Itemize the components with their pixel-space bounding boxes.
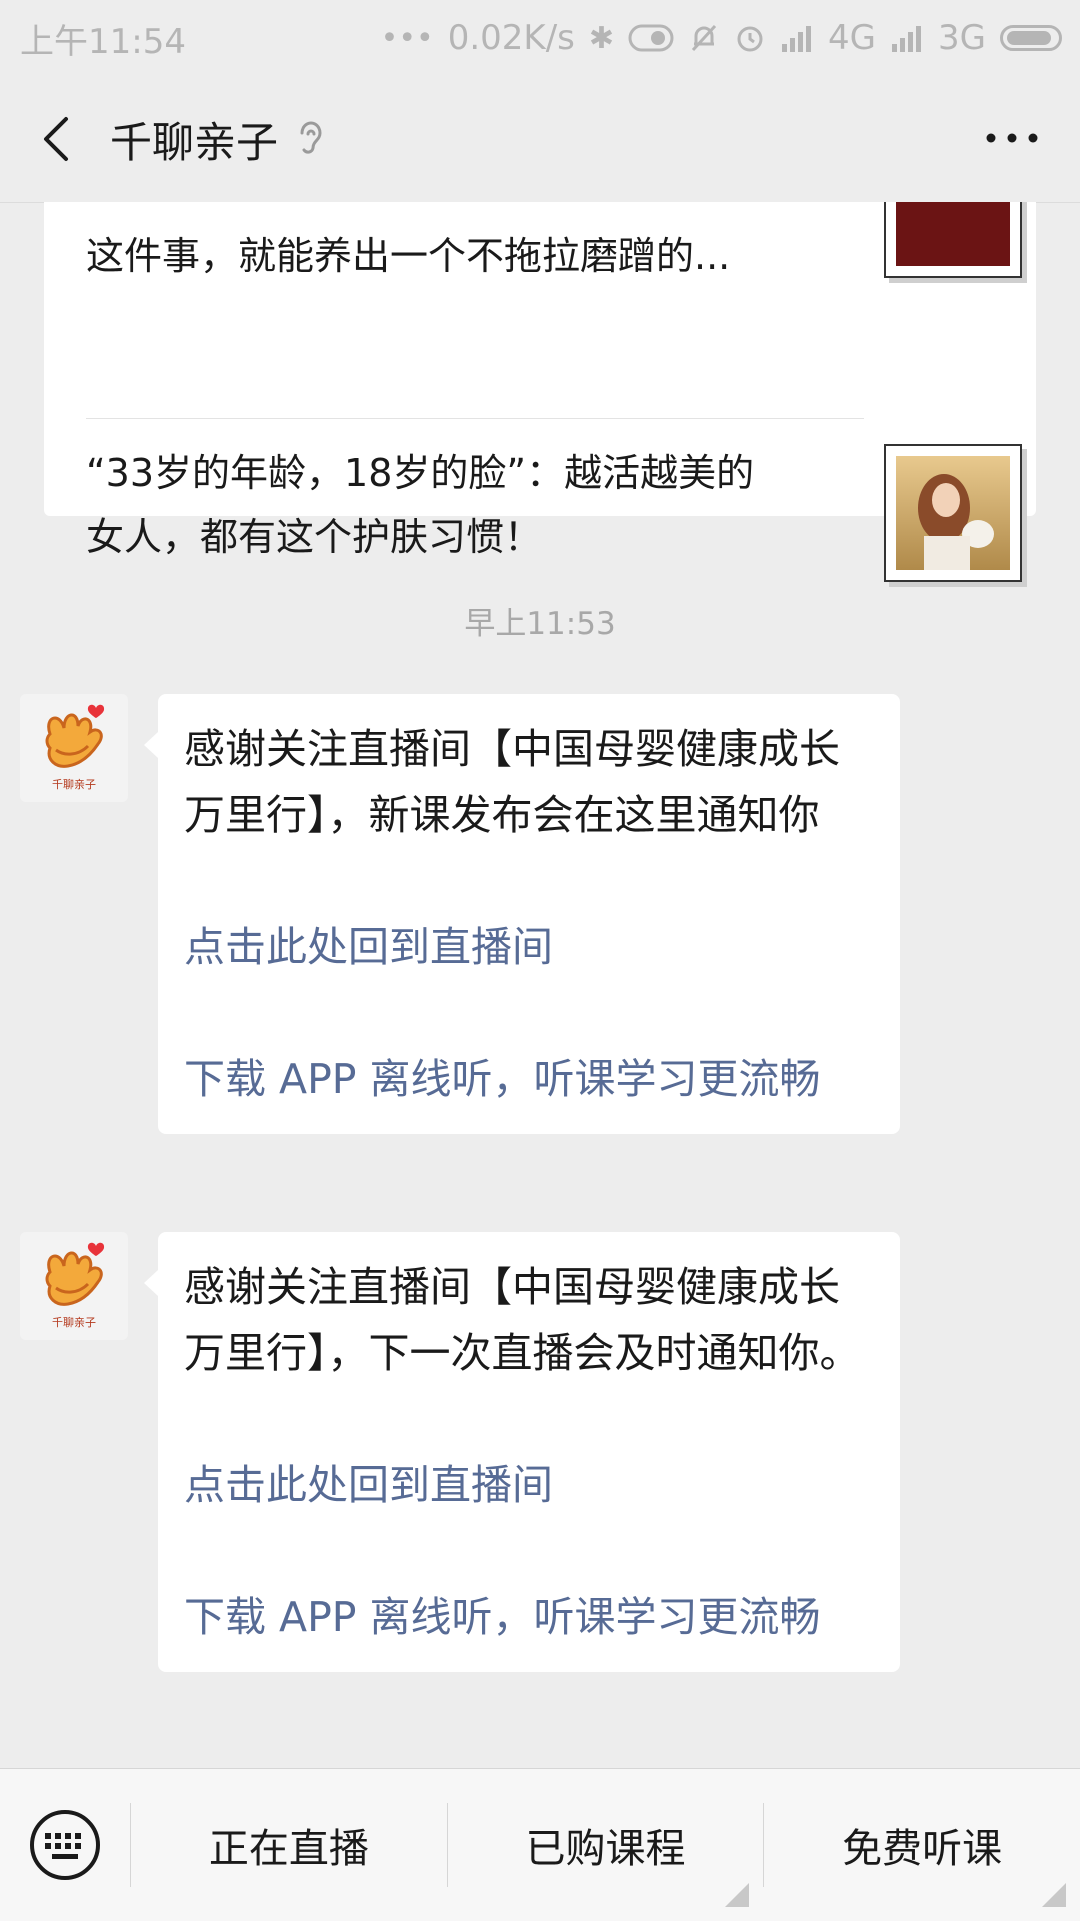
ear-icon bbox=[300, 121, 322, 154]
toggle-icon bbox=[628, 24, 674, 52]
article-thumbnail bbox=[884, 202, 1022, 278]
avatar[interactable]: 千聊亲子 bbox=[20, 1232, 128, 1340]
article-card: 这件事，就能养出一个不拖拉磨蹭的... “33岁的年龄，18岁的脸”：越活越美的… bbox=[44, 202, 1036, 582]
more-button[interactable] bbox=[982, 118, 1042, 158]
title-bar: 千聊亲子 bbox=[0, 76, 1080, 203]
avatar[interactable]: 千聊亲子 bbox=[20, 694, 128, 802]
article-title: “33岁的年龄，18岁的脸”：越活越美的女人，都有这个护肤习惯！ bbox=[86, 451, 755, 559]
bottom-menu-bar: 正在直播 已购课程 免费听课 bbox=[0, 1768, 1080, 1921]
status-bar: 上午11:54 ••• 0.02K/s ✱ 4G 3G bbox=[0, 0, 1080, 76]
timestamp: 早上11:53 bbox=[464, 606, 616, 642]
avatar-label: 千聊亲子 bbox=[52, 778, 96, 791]
message-bubble[interactable]: 感谢关注直播间【中国母婴健康成长万里行】，新课发布会在这里通知你 点击此处回到直… bbox=[144, 694, 900, 1134]
photo-image bbox=[896, 456, 1010, 570]
download-app-link[interactable]: 下载 APP 离线听，听课学习更流畅 bbox=[184, 1584, 874, 1650]
chat-area[interactable]: 这件事，就能养出一个不拖拉磨蹭的... “33岁的年龄，18岁的脸”：越活越美的… bbox=[0, 202, 1080, 1768]
menu-purchased-courses[interactable]: 已购课程 bbox=[448, 1769, 764, 1921]
bluetooth-icon: ✱ bbox=[588, 20, 615, 56]
hd-signal-icon bbox=[782, 26, 812, 52]
submenu-corner-icon bbox=[725, 1883, 750, 1907]
article-title: 这件事，就能养出一个不拖拉磨蹭的... bbox=[86, 234, 731, 278]
more-dots-icon bbox=[986, 133, 1038, 143]
keyboard-icon bbox=[30, 1810, 100, 1880]
network-speed: 0.02K/s bbox=[447, 18, 575, 58]
message-bubble[interactable]: 感谢关注直播间【中国母婴健康成长万里行】，下一次直播会及时通知你。 点击此处回到… bbox=[144, 1232, 900, 1672]
status-time: 上午11:54 bbox=[20, 21, 186, 62]
menu-free-courses[interactable]: 免费听课 bbox=[764, 1769, 1080, 1921]
back-button[interactable] bbox=[0, 76, 110, 202]
submenu-corner-icon bbox=[1042, 1883, 1067, 1907]
mute-bell-icon bbox=[691, 24, 717, 52]
keyboard-toggle-button[interactable] bbox=[0, 1769, 130, 1921]
menu-label: 已购课程 bbox=[525, 1826, 686, 1872]
signal-type-2: 3G bbox=[938, 18, 986, 58]
message-text: 感谢关注直播间【中国母婴健康成长万里行】，新课发布会在这里通知你 bbox=[184, 725, 840, 839]
avatar-label: 千聊亲子 bbox=[52, 1316, 96, 1329]
battery-icon bbox=[1000, 25, 1062, 51]
alarm-icon bbox=[737, 26, 763, 52]
menu-label: 正在直播 bbox=[208, 1826, 369, 1872]
status-icons: ••• 0.02K/s ✱ 4G 3G bbox=[381, 18, 1062, 58]
chevron-left-icon bbox=[44, 117, 68, 161]
download-app-link[interactable]: 下载 APP 离线听，听课学习更流畅 bbox=[184, 1046, 874, 1112]
page-title: 千聊亲子 bbox=[110, 117, 279, 167]
menu-label: 免费听课 bbox=[842, 1826, 1003, 1872]
menu-live-now[interactable]: 正在直播 bbox=[131, 1769, 447, 1921]
back-to-live-link[interactable]: 点击此处回到直播间 bbox=[184, 1452, 874, 1518]
message-text: 感谢关注直播间【中国母婴健康成长万里行】，下一次直播会及时通知你。 bbox=[184, 1263, 861, 1377]
back-to-live-link[interactable]: 点击此处回到直播间 bbox=[184, 914, 874, 980]
article-thumbnail bbox=[884, 444, 1022, 582]
article-divider bbox=[86, 418, 864, 419]
signal-icon bbox=[892, 26, 922, 52]
signal-type-1: 4G bbox=[828, 18, 877, 58]
dots-icon: ••• bbox=[380, 20, 434, 56]
